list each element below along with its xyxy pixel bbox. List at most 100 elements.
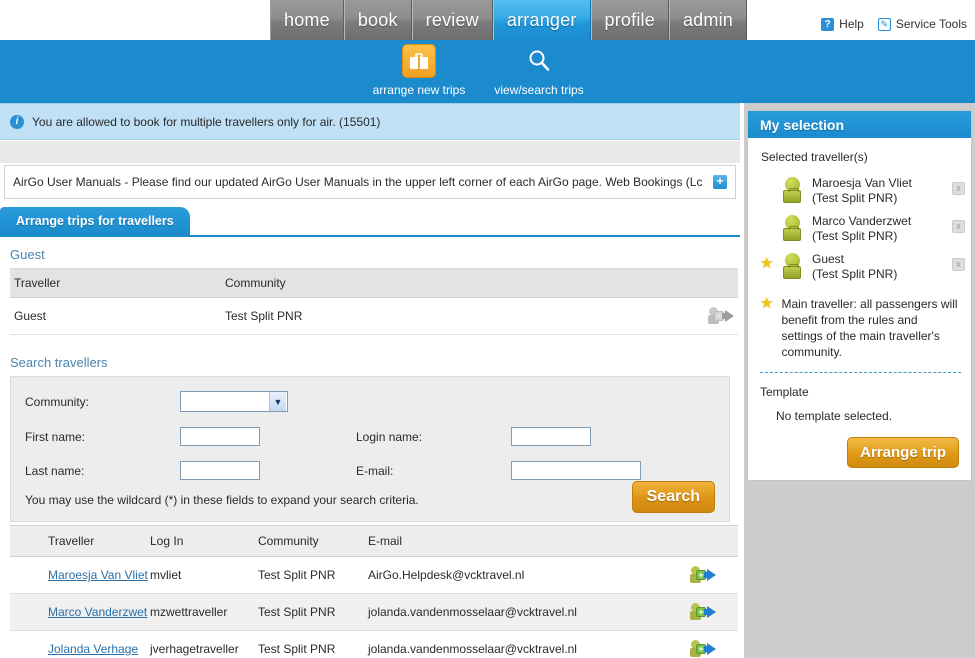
remove-traveller-button[interactable]: x [952,182,965,195]
table-row: Marco Vanderzwet mzwettraveller Test Spl… [10,593,738,631]
service-tools-link[interactable]: ✎ Service Tools [877,17,967,31]
nav-tab-profile[interactable]: profile [590,0,669,40]
selected-traveller-name: Guest (Test Split PNR) [808,252,971,282]
selected-traveller-community: (Test Split PNR) [812,191,898,205]
traveller-link[interactable]: Maroesja Van Vliet [48,568,148,582]
results-col-login: Log In [150,525,258,557]
help-link[interactable]: ? Help [821,17,864,31]
results-cell-community: Test Split PNR [258,630,368,658]
table-row: Guest Test Split PNR + [10,297,738,335]
add-traveller-icon[interactable]: + [690,640,720,658]
subnav-view-search-trips-label: view/search trips [494,83,584,97]
add-traveller-icon[interactable]: + [690,566,720,584]
table-row: Jolanda Verhage jverhagetraveller Test S… [10,630,738,658]
guest-col-community: Community [225,268,655,298]
star-icon: ★ [760,295,774,312]
guest-cell-action: + [655,297,738,335]
tab-arrange-trips-for-travellers[interactable]: Arrange trips for travellers [0,207,190,235]
community-label: Community: [25,394,90,409]
search-section-title: Search travellers [10,355,108,370]
search-travellers-section: Search travellers Community: ▼ First nam… [0,345,740,522]
chevron-down-icon: ▼ [269,392,286,411]
avatar [780,252,808,282]
first-name-label: First name: [25,429,86,444]
subnav-view-search-trips[interactable]: view/search trips [490,44,588,97]
main-traveller-star-slot: ★ [760,252,780,271]
subnav-arrange-new-trips[interactable]: arrange new trips [370,44,468,97]
community-select[interactable]: ▼ [180,391,288,412]
email-label: E-mail: [356,463,394,478]
list-item: Marco Vanderzwet (Test Split PNR) x [748,210,971,248]
selected-travellers-label: Selected traveller(s) [761,150,868,164]
last-name-label: Last name: [25,463,85,478]
results-cell-traveller: Maroesja Van Vliet [10,556,150,594]
selected-traveller-name-text: Maroesja Van Vliet [812,176,912,190]
list-item: ★ Guest (Test Split PNR) x [748,248,971,286]
results-col-actions [648,525,738,557]
info-icon: i [10,114,24,129]
results-cell-login: mvliet [150,556,258,594]
results-cell-login: mzwettraveller [150,593,258,631]
my-selection-panel: My selection Selected traveller(s) Maroe… [747,110,972,481]
results-cell-email: AirGo.Helpdesk@vcktravel.nl [368,556,648,594]
nav-tab-admin[interactable]: admin [668,0,747,40]
results-cell-action: + [648,556,738,594]
wildcard-hint: You may use the wildcard (*) in these fi… [25,493,419,507]
question-mark-icon: ? [821,17,835,31]
nav-tab-book[interactable]: book [343,0,412,40]
guest-table-header-row: Traveller Community [10,268,738,298]
traveller-link[interactable]: Marco Vanderzwet [48,605,147,619]
results-cell-community: Test Split PNR [258,593,368,631]
info-alert-banner: i You are allowed to book for multiple t… [0,103,740,140]
add-traveller-icon[interactable]: + [690,603,720,621]
first-name-input[interactable] [180,427,260,446]
magnifier-icon [522,44,556,78]
avatar [780,214,808,244]
search-button[interactable]: Search [631,481,715,513]
main-content: i You are allowed to book for multiple t… [0,103,740,658]
nav-tab-review[interactable]: review [411,0,493,40]
results-cell-action: + [648,593,738,631]
login-name-input[interactable] [511,427,591,446]
selected-traveller-name: Marco Vanderzwet (Test Split PNR) [808,214,971,244]
right-sidebar: My selection Selected traveller(s) Maroe… [744,103,975,658]
results-cell-email: jolanda.vandenmosselaar@vcktravel.nl [368,630,648,658]
search-row-names-1: First name: Login name: [25,427,715,446]
top-navigation-bar: home book review arranger profile admin … [0,0,975,40]
template-value: No template selected. [776,409,893,423]
results-cell-community: Test Split PNR [258,556,368,594]
guest-cell-traveller: Guest [10,297,225,335]
star-icon: ★ [760,255,774,272]
search-row-community: Community: ▼ [25,391,715,412]
my-selection-title: My selection [748,111,971,138]
main-nav-tabs: home book review arranger profile admin [270,0,747,40]
panel-tab-row: Arrange trips for travellers [0,207,740,235]
main-traveller-note: ★ Main traveller: all passengers will be… [748,286,971,364]
results-cell-traveller: Marco Vanderzwet [10,593,150,631]
results-cell-traveller: Jolanda Verhage [10,630,150,658]
selected-traveller-name: Maroesja Van Vliet (Test Split PNR) [808,176,971,206]
list-item: Maroesja Van Vliet (Test Split PNR) x [748,172,971,210]
info-alert-text: You are allowed to book for multiple tra… [32,114,381,129]
search-results-table: Traveller Log In Community E-mail Maroes… [10,525,738,658]
panel-body: Guest Traveller Community Guest Test Spl… [0,235,740,658]
main-traveller-star-slot [760,176,780,180]
airgo-notice-text: AirGo User Manuals - Please find our upd… [13,175,703,189]
email-input[interactable] [511,461,641,480]
results-cell-login: jverhagetraveller [150,630,258,658]
search-results-section: Traveller Log In Community E-mail Maroes… [0,525,740,658]
remove-traveller-button[interactable]: x [952,258,965,271]
nav-tab-home[interactable]: home [270,0,344,40]
traveller-link[interactable]: Jolanda Verhage [48,642,138,656]
remove-traveller-button[interactable]: x [952,220,965,233]
selected-traveller-community: (Test Split PNR) [812,229,898,243]
last-name-input[interactable] [180,461,260,480]
briefcase-icon [402,44,436,78]
login-name-label: Login name: [356,429,423,444]
plus-icon[interactable]: + [713,175,727,189]
pencil-box-icon: ✎ [877,17,891,31]
nav-tab-arranger[interactable]: arranger [492,0,591,40]
results-col-email: E-mail [368,525,648,557]
arrange-trip-button[interactable]: Arrange trip [847,437,959,468]
main-traveller-star-slot [760,214,780,218]
